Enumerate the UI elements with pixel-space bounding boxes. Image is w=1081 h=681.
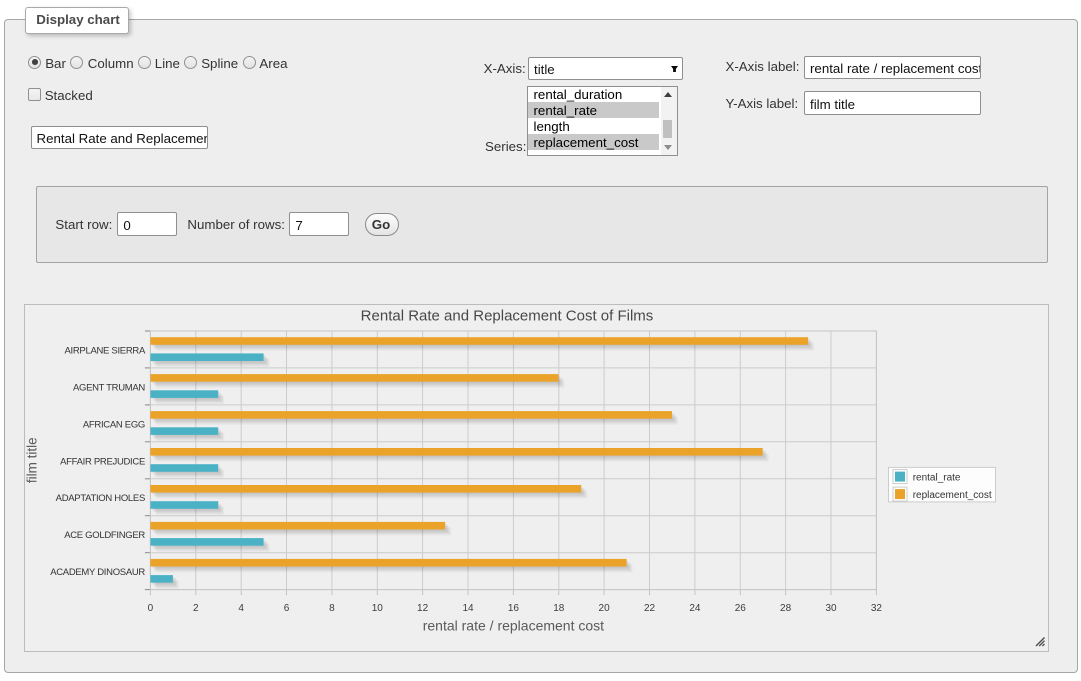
svg-text:16: 16 <box>508 603 520 614</box>
svg-text:ACE GOLDFINGER: ACE GOLDFINGER <box>64 530 145 541</box>
svg-text:ACADEMY DINOSAUR: ACADEMY DINOSAUR <box>50 567 145 578</box>
svg-text:AIRPLANE SIERRA: AIRPLANE SIERRA <box>65 346 146 357</box>
svg-text:32: 32 <box>871 603 883 614</box>
svg-text:AGENT TRUMAN: AGENT TRUMAN <box>73 382 145 393</box>
svg-text:rental rate / replacement cost: rental rate / replacement cost <box>423 618 604 634</box>
svg-text:24: 24 <box>689 603 701 614</box>
svg-text:Rental Rate and Replacement Co: Rental Rate and Replacement Cost of Film… <box>361 308 654 325</box>
svg-text:14: 14 <box>462 603 474 614</box>
svg-text:ADAPTATION HOLES: ADAPTATION HOLES <box>56 493 145 504</box>
svg-text:30: 30 <box>825 603 837 614</box>
svg-text:10: 10 <box>372 603 384 614</box>
svg-text:0: 0 <box>148 603 154 614</box>
svg-text:4: 4 <box>238 603 244 614</box>
svg-text:8: 8 <box>329 603 335 614</box>
svg-text:AFRICAN EGG: AFRICAN EGG <box>83 419 145 430</box>
svg-text:rental_rate: rental_rate <box>913 473 961 484</box>
svg-text:replacement_cost: replacement_cost <box>913 490 992 501</box>
svg-text:2: 2 <box>193 603 199 614</box>
svg-text:28: 28 <box>780 603 792 614</box>
svg-text:20: 20 <box>599 603 611 614</box>
svg-text:AFFAIR PREJUDICE: AFFAIR PREJUDICE <box>60 456 145 467</box>
svg-text:6: 6 <box>284 603 290 614</box>
svg-text:film title: film title <box>25 437 40 483</box>
svg-text:18: 18 <box>553 603 565 614</box>
svg-text:22: 22 <box>644 603 656 614</box>
svg-text:26: 26 <box>735 603 747 614</box>
svg-text:12: 12 <box>417 603 429 614</box>
